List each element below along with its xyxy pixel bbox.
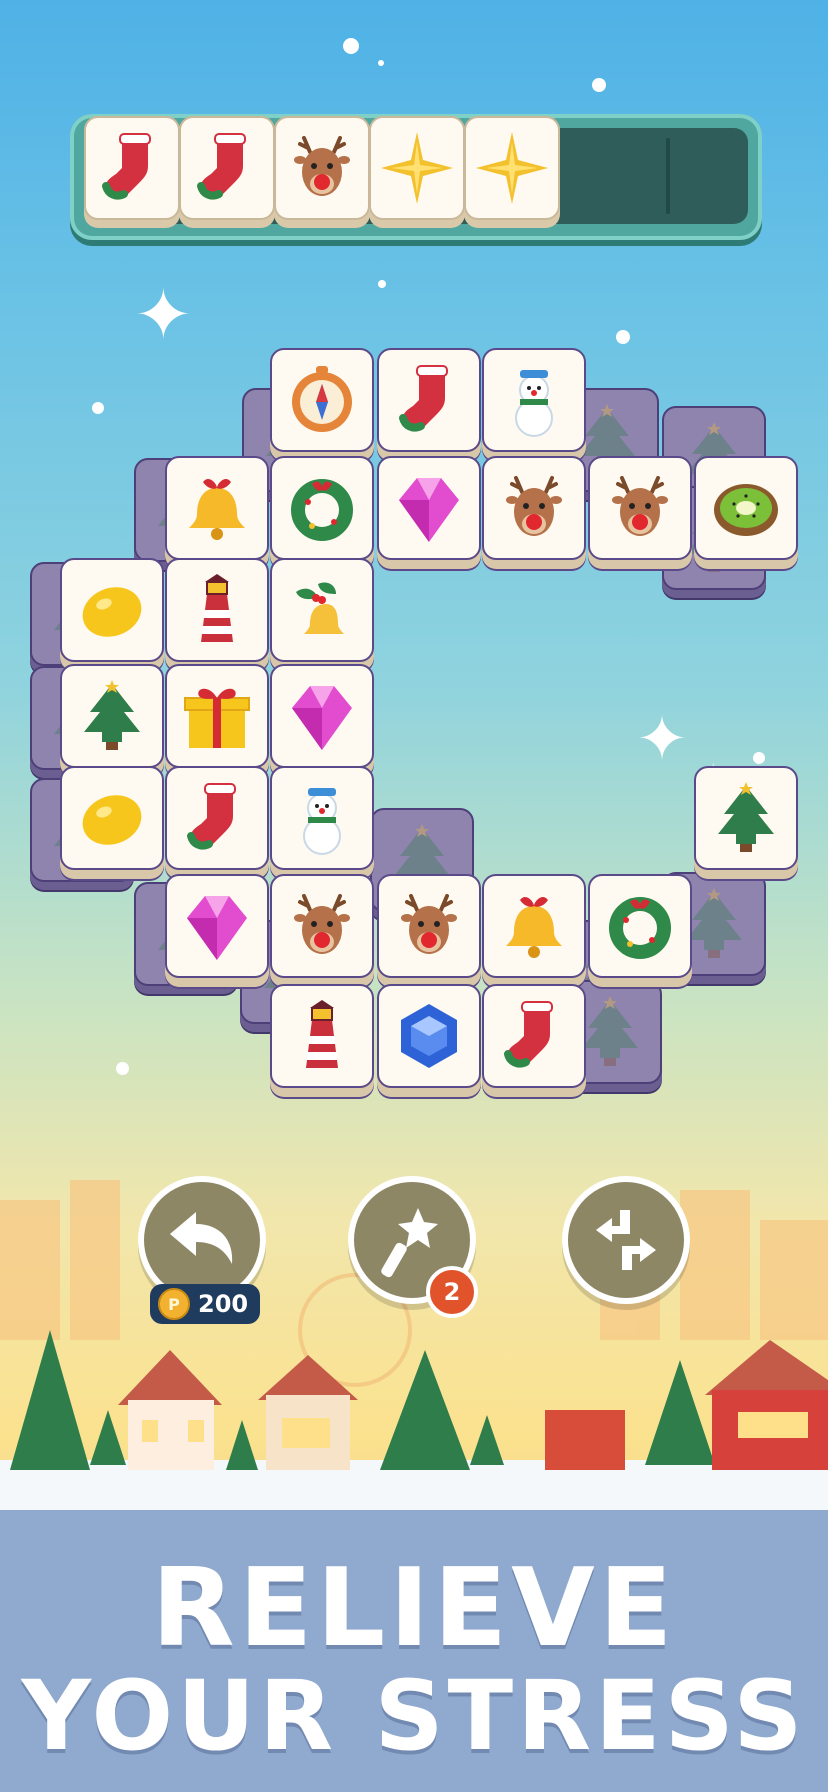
- star-icon: [476, 132, 548, 204]
- magic-count-badge: 2: [426, 1266, 478, 1318]
- shuffle-icon: [596, 1210, 656, 1270]
- lemon-icon: [82, 587, 142, 637]
- board-tile[interactable]: [165, 664, 269, 768]
- board-tile[interactable]: [694, 766, 798, 870]
- bell-icon: [506, 896, 562, 958]
- board-tile[interactable]: [60, 664, 164, 768]
- reindeer-icon: [612, 476, 668, 536]
- snowman-icon: [515, 370, 553, 437]
- sparkle-icon: ✦: [636, 702, 688, 775]
- board-tile[interactable]: [377, 456, 481, 560]
- board-tile[interactable]: [482, 874, 586, 978]
- lighthouse-icon: [201, 574, 233, 642]
- reindeer-icon: [506, 476, 562, 536]
- shuffle-button[interactable]: [562, 1176, 690, 1304]
- tray-tile: [274, 116, 370, 220]
- game-scene: ✦ ✦ ✦: [0, 0, 828, 1792]
- gem-pink-icon: [187, 896, 247, 960]
- lemon-icon: [82, 795, 142, 845]
- undo-arrow-icon: [170, 1212, 233, 1264]
- tray-tile: [179, 116, 275, 220]
- headline-line1: RELIEVE: [151, 1546, 677, 1671]
- stocking-icon: [399, 365, 448, 432]
- board-tile[interactable]: [482, 984, 586, 1088]
- reindeer-icon: [294, 136, 350, 196]
- board-tile[interactable]: [270, 664, 374, 768]
- promo-banner: RELIEVE YOUR STRESS: [0, 1510, 828, 1792]
- board-tile[interactable]: [377, 984, 481, 1088]
- snow-dot: [616, 330, 630, 344]
- reindeer-icon: [294, 894, 350, 954]
- snow-dot: [378, 60, 384, 66]
- snow-dot: [753, 752, 765, 764]
- tray-divider: [666, 138, 670, 214]
- board-tile[interactable]: [270, 766, 374, 870]
- coin-icon: P: [158, 1288, 190, 1320]
- holly-bell-icon: [296, 582, 344, 634]
- kiwi-icon: [714, 484, 778, 536]
- wreath-icon: [291, 479, 353, 541]
- undo-cost-pill: P 200: [150, 1284, 260, 1324]
- board-tile[interactable]: [270, 984, 374, 1088]
- board-tile[interactable]: [588, 874, 692, 978]
- board-tile[interactable]: [270, 558, 374, 662]
- gem-pink-icon: [399, 478, 459, 542]
- snow-dot: [592, 78, 606, 92]
- board-tile[interactable]: [270, 456, 374, 560]
- tray-tile: [464, 116, 560, 220]
- bell-icon: [189, 478, 245, 540]
- lighthouse-icon: [306, 1000, 338, 1068]
- board-tile[interactable]: [482, 348, 586, 452]
- board-tile[interactable]: [60, 766, 164, 870]
- snowman-icon: [303, 788, 341, 855]
- wreath-icon: [609, 897, 671, 959]
- snow-dot: [343, 38, 359, 54]
- board-tile[interactable]: [694, 456, 798, 560]
- board-tile[interactable]: [588, 456, 692, 560]
- compass-icon: [292, 366, 352, 432]
- tree-icon: [84, 680, 140, 750]
- snow-dot: [92, 402, 104, 414]
- tray-tile: [369, 116, 465, 220]
- undo-cost: 200: [198, 1290, 249, 1318]
- board-tile[interactable]: [165, 874, 269, 978]
- sparkle-icon: ✦: [134, 274, 193, 356]
- board-tile[interactable]: [165, 558, 269, 662]
- board-tile[interactable]: [270, 874, 374, 978]
- gift-icon: [184, 688, 250, 748]
- tree-icon: [718, 782, 774, 852]
- reindeer-icon: [401, 894, 457, 954]
- headline-line2: YOUR STRESS: [21, 1660, 807, 1772]
- board-tile[interactable]: [377, 348, 481, 452]
- board-tile[interactable]: [60, 558, 164, 662]
- snow-dot: [116, 1062, 129, 1075]
- board-tile[interactable]: [482, 456, 586, 560]
- stocking-icon: [504, 1001, 553, 1068]
- stocking-icon: [187, 783, 236, 850]
- stocking-icon: [197, 133, 246, 200]
- star-icon: [381, 132, 453, 204]
- gem-pink-icon: [292, 686, 352, 750]
- gem-blue-icon: [401, 1004, 457, 1068]
- board-tile[interactable]: [165, 456, 269, 560]
- tray-tile: [84, 116, 180, 220]
- stocking-icon: [102, 133, 151, 200]
- board-tile[interactable]: [377, 874, 481, 978]
- snow-dot: [378, 280, 386, 288]
- board-tile[interactable]: [270, 348, 374, 452]
- board-tile[interactable]: [165, 766, 269, 870]
